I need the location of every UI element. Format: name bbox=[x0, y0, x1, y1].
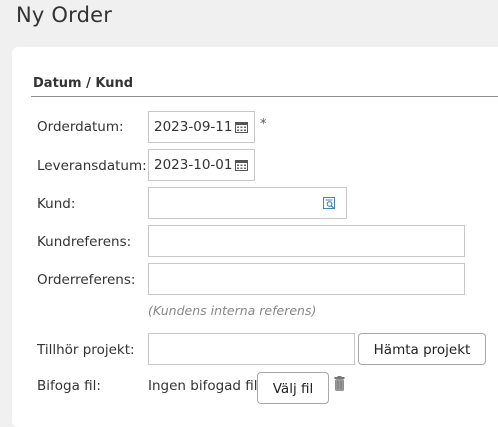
customer-lookup-icon[interactable] bbox=[323, 197, 336, 210]
projekt-label: Tillhör projekt: bbox=[37, 342, 135, 358]
section-title: Datum / Kund bbox=[33, 76, 134, 91]
section-divider bbox=[31, 96, 498, 97]
bifoga-label: Bifoga fil: bbox=[37, 378, 101, 394]
calendar-icon[interactable] bbox=[235, 160, 248, 171]
trash-icon[interactable] bbox=[334, 376, 345, 391]
required-marker: * bbox=[260, 117, 267, 132]
kundreferens-label: Kundreferens: bbox=[37, 234, 132, 250]
order-form-panel: Datum / Kund Orderdatum: 2023-09-11 * Le… bbox=[12, 47, 498, 427]
kund-input[interactable] bbox=[148, 187, 347, 219]
orderdatum-value: 2023-09-11 bbox=[154, 119, 233, 135]
leveransdatum-value: 2023-10-01 bbox=[154, 157, 233, 173]
attachment-status: Ingen bifogad fil bbox=[148, 378, 258, 394]
projekt-input[interactable] bbox=[148, 333, 355, 365]
calendar-icon[interactable] bbox=[235, 122, 248, 133]
leveransdatum-field[interactable]: 2023-10-01 bbox=[148, 149, 255, 181]
fetch-project-button[interactable]: Hämta projekt bbox=[358, 333, 486, 365]
leveransdatum-label: Leveransdatum: bbox=[37, 158, 147, 174]
page-title: Ny Order bbox=[16, 3, 113, 27]
kundreferens-input[interactable] bbox=[148, 225, 465, 257]
orderreferens-label: Orderreferens: bbox=[37, 272, 136, 288]
orderdatum-field[interactable]: 2023-09-11 bbox=[148, 111, 255, 143]
orderreferens-hint: (Kundens interna referens) bbox=[148, 303, 317, 318]
choose-file-button[interactable]: Välj fil bbox=[257, 372, 329, 404]
orderdatum-label: Orderdatum: bbox=[37, 119, 124, 135]
kund-label: Kund: bbox=[37, 196, 76, 212]
orderreferens-input[interactable] bbox=[148, 263, 465, 295]
